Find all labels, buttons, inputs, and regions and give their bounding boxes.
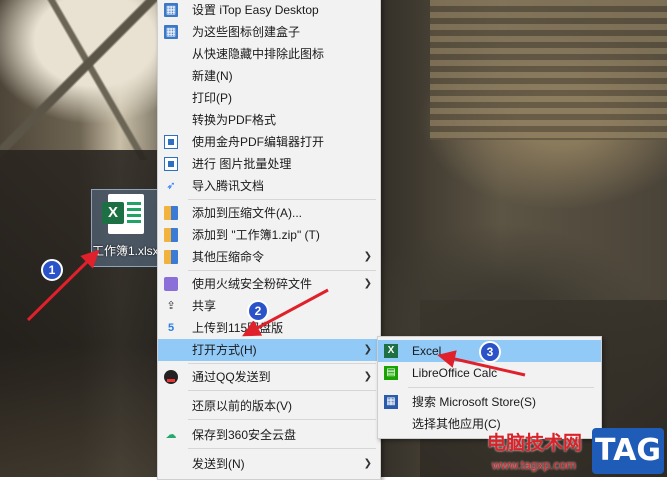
watermark-url: www.tagxp.com	[492, 458, 577, 472]
watermark-site-name: 电脑技术网	[487, 433, 583, 454]
watermark-logo: TAG	[592, 428, 664, 474]
step-marker-1: 1	[41, 259, 63, 281]
step-marker-2: 2	[247, 300, 269, 322]
step-marker-3: 3	[479, 341, 501, 363]
annotation-arrows	[26, 249, 526, 377]
